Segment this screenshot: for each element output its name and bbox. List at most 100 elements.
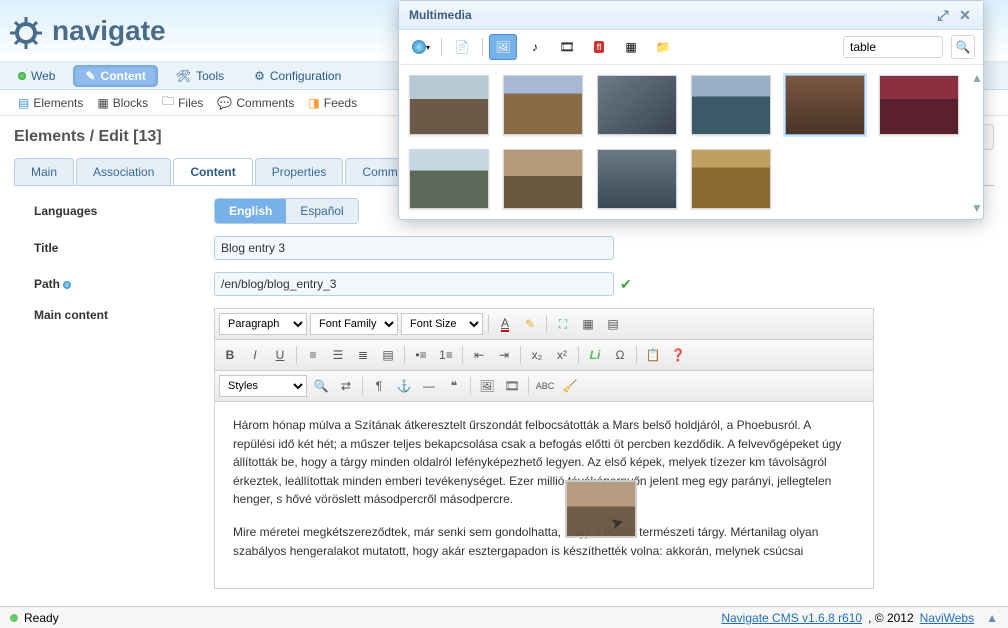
nav-content[interactable]: ✎Content (73, 65, 157, 87)
tab-properties[interactable]: Properties (255, 158, 344, 185)
paste-button[interactable]: 📋 (642, 344, 664, 366)
subnav-elements[interactable]: ▤Elements (18, 96, 83, 110)
editor-content[interactable]: Három hónap múlva a Szítának átkeresztel… (215, 402, 873, 588)
replace-button[interactable]: ⇄ (335, 375, 357, 397)
title-label: Title (34, 241, 214, 255)
scroll-up-icon[interactable]: ▲ (971, 71, 981, 83)
image-button[interactable]: 🖼 (476, 375, 498, 397)
indent-button[interactable]: ⇥ (493, 344, 515, 366)
filter-grid-icon[interactable]: ▦ (617, 34, 645, 60)
thumbnail-5[interactable] (785, 75, 865, 135)
comments-icon: 💬 (217, 96, 232, 110)
thumbnail-grid: ▲ ▼ (399, 65, 983, 219)
company-link[interactable]: NaviWebs (920, 611, 974, 625)
up-arrow-icon[interactable]: ▲ (986, 611, 998, 625)
cleanup-button[interactable]: 🧹 (559, 375, 581, 397)
version-link[interactable]: Navigate CMS v1.6.8 r610 (721, 611, 862, 625)
logo-wheel-icon (6, 11, 46, 51)
tab-content[interactable]: Content (173, 158, 252, 185)
gear-icon: ⚙ (254, 69, 265, 83)
pencil-icon: ✎ (85, 69, 95, 83)
spellcheck-button[interactable]: ABC (534, 375, 556, 397)
align-center-button[interactable]: ☰ (327, 344, 349, 366)
superscript-button[interactable]: x² (551, 344, 573, 366)
thumbnail-4[interactable] (691, 75, 771, 135)
media-button2[interactable]: 🎞 (501, 375, 523, 397)
filter-flash-icon[interactable]: fl (585, 34, 613, 60)
anchor-button[interactable]: ⚓ (393, 375, 415, 397)
textcolor-button[interactable]: A (494, 313, 516, 335)
fullscreen-button[interactable]: ⛶ (552, 313, 574, 335)
styles-select[interactable]: Styles (219, 375, 307, 397)
thumbnail-8[interactable] (503, 149, 583, 209)
filter-folder-icon[interactable]: 📁 (649, 34, 677, 60)
align-justify-button[interactable]: ▤ (377, 344, 399, 366)
subnav-blocks[interactable]: ▦Blocks (97, 96, 148, 110)
align-right-button[interactable]: ≣ (352, 344, 374, 366)
thumbnail-6[interactable] (879, 75, 959, 135)
table-button[interactable]: ▦ (577, 313, 599, 335)
editor-toolbar-3: Styles 🔍 ⇄ ¶ ⚓ — ❝ 🖼 🎞 ABC 🧹 (215, 371, 873, 402)
hr-button[interactable]: — (418, 375, 440, 397)
paragraph-2: Mire méretei megkétszereződtek, már senk… (233, 523, 855, 560)
help-button[interactable]: ❓ (667, 344, 689, 366)
globe-small-icon (63, 281, 71, 289)
thumbnail-7[interactable] (409, 149, 489, 209)
nav-web[interactable]: Web (6, 65, 67, 87)
lang-english[interactable]: English (215, 199, 286, 223)
dialog-titlebar[interactable]: Multimedia ⤢ ✕ (399, 1, 983, 30)
nav-configuration[interactable]: ⚙Configuration (242, 65, 353, 87)
subnav-comments[interactable]: 💬Comments (217, 96, 294, 110)
title-input[interactable] (214, 236, 614, 260)
status-text: Ready (24, 611, 59, 625)
bullet-list-button[interactable]: •≡ (410, 344, 432, 366)
newdoc-icon[interactable]: 📄 (448, 34, 476, 60)
filter-audio-icon[interactable]: ♪ (521, 34, 549, 60)
home-icon[interactable]: ▾ (407, 34, 435, 60)
table2-button[interactable]: ▤ (602, 313, 624, 335)
filter-image-icon[interactable]: 🖼 (489, 34, 517, 60)
status-dot-icon (10, 614, 18, 622)
path-input[interactable] (214, 272, 614, 296)
paragraph-1: Három hónap múlva a Szítának átkeresztel… (233, 416, 855, 509)
underline-button[interactable]: U (269, 344, 291, 366)
link-button[interactable]: Li (584, 344, 606, 366)
nav-tools[interactable]: 🛠Tools (164, 65, 236, 87)
fontfamily-select[interactable]: Font Family (310, 313, 398, 335)
bold-button[interactable]: B (219, 344, 241, 366)
align-left-button[interactable]: ≡ (302, 344, 324, 366)
bgcolor-button[interactable]: ✎ (519, 313, 541, 335)
paragraph-select[interactable]: Paragraph (219, 313, 307, 335)
thumbnail-9[interactable] (597, 149, 677, 209)
lang-espanol[interactable]: Español (286, 199, 357, 223)
filter-video-icon[interactable]: 🎞 (553, 34, 581, 60)
subscript-button[interactable]: x₂ (526, 344, 548, 366)
subnav-files[interactable]: 🗀Files (162, 92, 203, 113)
close-icon[interactable]: ✕ (957, 7, 973, 23)
tab-main[interactable]: Main (14, 158, 74, 185)
subnav-feeds[interactable]: ◨Feeds (308, 96, 357, 110)
special-button[interactable]: Ω (609, 344, 631, 366)
find-button[interactable]: 🔍 (310, 375, 332, 397)
maximize-icon[interactable]: ⤢ (935, 7, 951, 23)
thumbnail-2[interactable] (503, 75, 583, 135)
nav-tools-label: Tools (196, 69, 224, 83)
globe-icon (18, 72, 26, 80)
italic-button[interactable]: I (244, 344, 266, 366)
number-list-button[interactable]: 1≡ (435, 344, 457, 366)
search-button[interactable]: 🔍 (951, 35, 975, 59)
search-input[interactable] (843, 36, 943, 58)
char-button[interactable]: ¶ (368, 375, 390, 397)
rich-text-editor: Paragraph Font Family Font Size A ✎ ⛶ ▦ … (214, 308, 874, 589)
main-content-label: Main content (34, 308, 214, 322)
quote-button[interactable]: ❝ (443, 375, 465, 397)
scroll-down-icon[interactable]: ▼ (971, 201, 981, 213)
thumbnail-3[interactable] (597, 75, 677, 135)
copyright-text: , © 2012 (868, 611, 914, 625)
fontsize-select[interactable]: Font Size (401, 313, 483, 335)
outdent-button[interactable]: ⇤ (468, 344, 490, 366)
thumbnail-10[interactable] (691, 149, 771, 209)
thumbnail-1[interactable] (409, 75, 489, 135)
tab-association[interactable]: Association (76, 158, 171, 185)
page-icon: ▤ (18, 96, 29, 110)
